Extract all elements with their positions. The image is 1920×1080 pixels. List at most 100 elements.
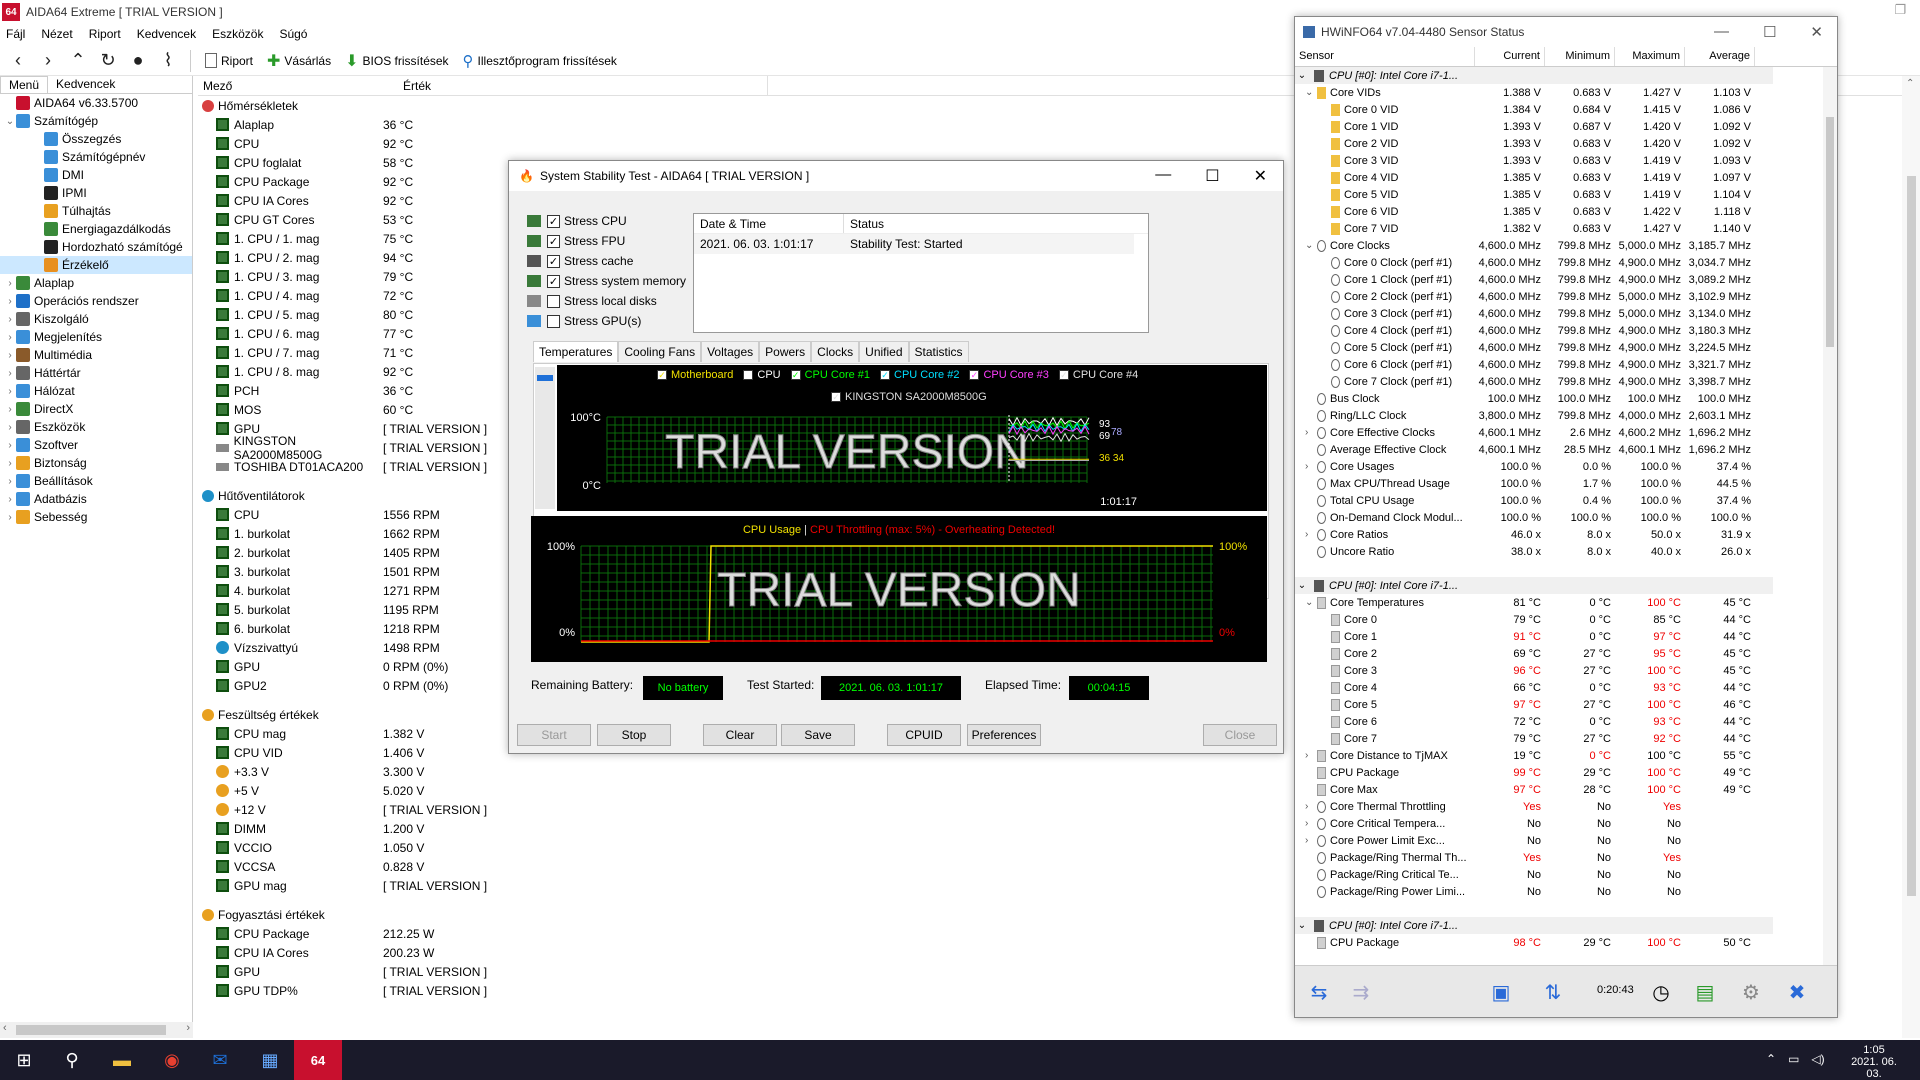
- sensor-row[interactable]: CPU Package 98 °C 29 °C 100 °C 50 °C: [1295, 934, 1825, 951]
- forward-icon[interactable]: ›: [36, 49, 60, 73]
- network-tray-icon[interactable]: ▭: [1788, 1052, 1799, 1066]
- expand-icon[interactable]: ›: [1305, 461, 1317, 472]
- sensor-row[interactable]: Core 2 VID 1.393 V 0.683 V 1.420 V 1.092 V: [1295, 135, 1825, 152]
- outlook-icon[interactable]: ✉: [196, 1040, 244, 1080]
- col-sensor[interactable]: Sensor: [1295, 47, 1475, 66]
- expand-icon[interactable]: ›: [4, 368, 16, 379]
- tree-item[interactable]: › Eszközök: [0, 418, 192, 436]
- sensor-row[interactable]: Package/Ring Thermal Th... Yes No Yes: [1295, 849, 1825, 866]
- nav-right-icon[interactable]: ⇉: [1341, 974, 1381, 1010]
- sensor-row[interactable]: Total CPU Usage 100.0 % 0.4 % 100.0 % 37.4 %: [1295, 492, 1825, 509]
- chevron-up-icon[interactable]: ⌃: [1766, 1052, 1776, 1066]
- sensor-row[interactable]: Core 5 VID 1.385 V 0.683 V 1.419 V 1.104 V: [1295, 186, 1825, 203]
- stress-option[interactable]: ✓ Stress system memory: [527, 271, 686, 291]
- expand-icon[interactable]: ›: [4, 404, 16, 415]
- tree-item[interactable]: IPMI: [0, 184, 192, 202]
- sensor-row[interactable]: Core 4 Clock (perf #1) 4,600.0 MHz 799.8 M…: [1295, 322, 1825, 339]
- collapse-icon[interactable]: ⌄: [1295, 70, 1309, 81]
- expand-icon[interactable]: ›: [4, 440, 16, 451]
- sensor-row[interactable]: ⌄ Core VIDs 1.388 V 0.683 V 1.427 V 1.103 V: [1295, 84, 1825, 101]
- sensor-row[interactable]: Core 7 Clock (perf #1) 4,600.0 MHz 799.8 M…: [1295, 373, 1825, 390]
- tree-item[interactable]: › Kiszolgáló: [0, 310, 192, 328]
- tab-3[interactable]: Powers: [759, 341, 812, 362]
- bios-update-button[interactable]: ⬇ BIOS frissítések: [345, 51, 448, 71]
- tree-item[interactable]: › Háttértár: [0, 364, 192, 382]
- sensor-row[interactable]: Core 6 VID 1.385 V 0.683 V 1.422 V 1.118 V: [1295, 203, 1825, 220]
- minimize-icon[interactable]: —: [1155, 166, 1171, 186]
- sensor-row[interactable]: Core 0 Clock (perf #1) 4,600.0 MHz 799.8 M…: [1295, 254, 1825, 271]
- nav-left-right-icon[interactable]: ⇆: [1299, 974, 1339, 1010]
- user-icon[interactable]: ●: [126, 49, 150, 73]
- sensor-row[interactable]: Core 7 79 °C 27 °C 92 °C 44 °C: [1295, 730, 1825, 747]
- hwinfo-scrollbar[interactable]: [1823, 67, 1837, 971]
- expand-icon[interactable]: ›: [4, 332, 16, 343]
- driver-update-button[interactable]: ⚲ Illesztőprogram frissítések: [463, 52, 617, 70]
- expand-icon[interactable]: ⌄: [1305, 240, 1317, 251]
- sensor-row[interactable]: › Core Ratios 46.0 x 8.0 x 50.0 x 31.9 x: [1295, 526, 1825, 543]
- tree-item[interactable]: ⌄ Számítógép: [0, 112, 192, 130]
- sensor-row[interactable]: Core 1 Clock (perf #1) 4,600.0 MHz 799.8 M…: [1295, 271, 1825, 288]
- menu-item-2[interactable]: Riport: [89, 27, 121, 41]
- sensor-row[interactable]: › Core Effective Clocks 4,600.1 MHz 2.6 MHz…: [1295, 424, 1825, 441]
- tree-item[interactable]: › Szoftver: [0, 436, 192, 454]
- back-icon[interactable]: ‹: [6, 49, 30, 73]
- expand-icon[interactable]: ›: [1305, 818, 1317, 829]
- menu-item-1[interactable]: Nézet: [41, 27, 72, 41]
- col-status[interactable]: Status: [844, 214, 890, 233]
- tree-item[interactable]: › Beállítások: [0, 472, 192, 490]
- sensor-row[interactable]: Core 6 72 °C 0 °C 93 °C 44 °C: [1295, 713, 1825, 730]
- expand-icon[interactable]: ›: [1305, 750, 1317, 761]
- report-button[interactable]: Riport: [205, 53, 253, 68]
- clear-button[interactable]: Clear: [703, 724, 777, 746]
- tab-4[interactable]: Clocks: [811, 341, 860, 362]
- up-icon[interactable]: ⌃: [66, 49, 90, 73]
- sensor-row[interactable]: Uncore Ratio 38.0 x 8.0 x 40.0 x 26.0 x: [1295, 543, 1825, 560]
- stress-option[interactable]: Stress local disks: [527, 291, 686, 311]
- tree-item[interactable]: Hordozható számítógé: [0, 238, 192, 256]
- chrome-icon[interactable]: ◉: [148, 1040, 196, 1080]
- search-icon[interactable]: ⚲: [48, 1040, 96, 1080]
- tree-item[interactable]: › DirectX: [0, 400, 192, 418]
- expand-icon[interactable]: ›: [4, 494, 16, 505]
- table-row[interactable]: 2021. 06. 03. 1:01:17 Stability Test: St…: [694, 234, 1134, 254]
- tree-item[interactable]: › Adatbázis: [0, 490, 192, 508]
- maximize-icon[interactable]: ☐: [1205, 166, 1219, 186]
- checkbox[interactable]: [547, 294, 560, 308]
- sensor-row[interactable]: ⌄ Core Clocks 4,600.0 MHz 799.8 MHz 5,000.0 …: [1295, 237, 1825, 254]
- sensor-row[interactable]: Core 0 VID 1.384 V 0.684 V 1.415 V 1.086 V: [1295, 101, 1825, 118]
- tab-6[interactable]: Statistics: [908, 341, 969, 362]
- expand-icon[interactable]: ›: [1305, 529, 1317, 540]
- collapse-icon[interactable]: ⌄: [1295, 920, 1309, 931]
- clock-icon[interactable]: ◷: [1641, 974, 1681, 1010]
- tree-item[interactable]: › Megjelenítés: [0, 328, 192, 346]
- refresh-icon[interactable]: ↻: [96, 49, 120, 73]
- tree-item[interactable]: › Multimédia: [0, 346, 192, 364]
- sensor-row[interactable]: Bus Clock 100.0 MHz 100.0 MHz 100.0 MHz 100.…: [1295, 390, 1825, 407]
- tab-1[interactable]: Cooling Fans: [618, 341, 702, 362]
- minimize-icon[interactable]: —: [1714, 23, 1729, 41]
- column-field[interactable]: Mező: [198, 76, 398, 95]
- tree-item[interactable]: AIDA64 v6.33.5700: [0, 94, 192, 112]
- tab-favorites[interactable]: Kedvencek: [48, 76, 123, 93]
- sensor-row[interactable]: › Core Usages 100.0 % 0.0 % 100.0 % 37.4 %: [1295, 458, 1825, 475]
- expand-icon[interactable]: ›: [4, 296, 16, 307]
- tab-menu[interactable]: Menü: [0, 76, 49, 93]
- tree-item[interactable]: › Operációs rendszer: [0, 292, 192, 310]
- expand-icon[interactable]: ›: [4, 476, 16, 487]
- sensor-row[interactable]: Average Effective Clock 4,600.1 MHz 28.5 M…: [1295, 441, 1825, 458]
- sensor-row[interactable]: Core Max 97 °C 28 °C 100 °C 49 °C: [1295, 781, 1825, 798]
- restore-icon[interactable]: ❐: [1894, 2, 1906, 18]
- tab-5[interactable]: Unified: [859, 341, 909, 362]
- sensor-row[interactable]: Ring/LLC Clock 3,800.0 MHz 799.8 MHz 4,000.…: [1295, 407, 1825, 424]
- col-minimum[interactable]: Minimum: [1545, 47, 1615, 66]
- clock[interactable]: 1:05 2021. 06. 03.: [1844, 1044, 1904, 1080]
- stress-option[interactable]: Stress GPU(s): [527, 311, 686, 331]
- tree-item[interactable]: › Alaplap: [0, 274, 192, 292]
- sensor-row[interactable]: Core 0 79 °C 0 °C 85 °C 44 °C: [1295, 611, 1825, 628]
- file-explorer-icon[interactable]: ▬: [98, 1040, 146, 1080]
- collapse-icon[interactable]: ⌄: [1295, 580, 1309, 591]
- checkbox[interactable]: ✓: [547, 234, 560, 248]
- sensor-row[interactable]: Package/Ring Critical Te... No No No: [1295, 866, 1825, 883]
- sensor-row[interactable]: › Core Distance to TjMAX 19 °C 0 °C 100 °C 55…: [1295, 747, 1825, 764]
- close-icon[interactable]: ✕: [1810, 23, 1823, 41]
